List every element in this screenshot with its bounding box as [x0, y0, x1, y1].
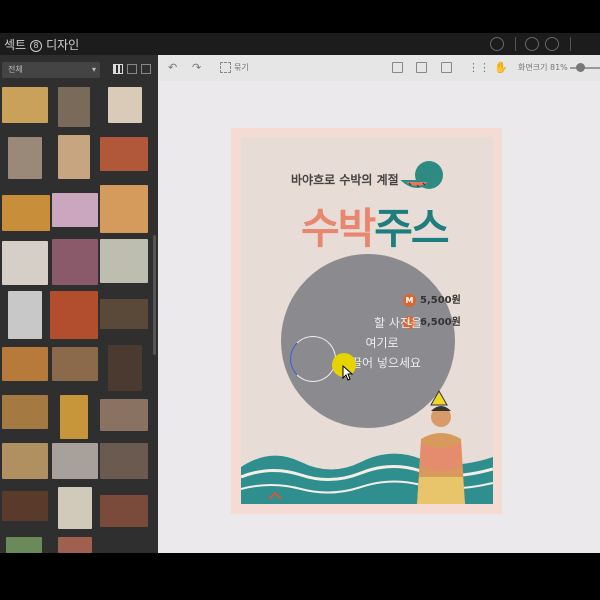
image-thumbnail[interactable]: [58, 537, 92, 553]
poster-artboard[interactable]: 바야흐로 수박의 계절 수박주스 M 5,500원 L 6,500원 할 사진을 여…: [241, 137, 493, 504]
image-thumbnail[interactable]: [58, 135, 90, 179]
character-illustration: [417, 389, 465, 504]
image-thumbnail[interactable]: [2, 491, 48, 521]
design-canvas: 바야흐로 수박의 계절 수박주스 M 5,500원 L 6,500원 할 사진을 여…: [158, 81, 600, 553]
redo-icon[interactable]: ↷: [192, 62, 201, 74]
image-thumbnail[interactable]: [8, 291, 42, 339]
zoom-slider-knob[interactable]: [576, 63, 585, 72]
title-prefix: 섹트: [4, 38, 27, 52]
group-label[interactable]: 묶기: [234, 62, 249, 74]
poster-title[interactable]: 수박주스: [301, 195, 450, 256]
image-thumbnail[interactable]: [100, 137, 148, 171]
list-view-icon[interactable]: [141, 64, 151, 74]
image-thumbnail[interactable]: [2, 87, 48, 123]
image-thumbnail[interactable]: [100, 443, 148, 479]
image-thumbnail[interactable]: [100, 299, 148, 329]
image-thumbnail[interactable]: [108, 345, 142, 391]
zoom-slider[interactable]: [570, 67, 600, 69]
settings-icon[interactable]: [545, 37, 559, 51]
image-thumbnail[interactable]: [50, 291, 98, 339]
panel-scrollbar[interactable]: [153, 235, 156, 355]
image-thumbnail[interactable]: [100, 495, 148, 527]
image-thumbnail[interactable]: [52, 239, 98, 285]
image-thumbnail[interactable]: [58, 487, 92, 529]
image-thumbnail[interactable]: [60, 395, 88, 439]
image-thumbnail[interactable]: [2, 395, 48, 429]
layers-icon[interactable]: [392, 62, 403, 73]
divider: [570, 37, 571, 51]
cursor-pointer-icon: [342, 365, 354, 381]
poster-subtitle[interactable]: 바야흐로 수박의 계절: [291, 171, 399, 188]
title-suffix: 디자인: [46, 38, 80, 52]
screen: 섹트 8 디자인 전체 ▾ ↶ ↷ 묶기 ⋮⋮ ✋ 화면크기 81% 바야흐로 …: [0, 0, 600, 600]
image-thumbnail[interactable]: [2, 347, 48, 381]
divider: [515, 37, 516, 51]
title-part-1: 수박: [301, 204, 376, 253]
drop-hint-line: 할 사진을: [374, 316, 422, 330]
undo-icon[interactable]: ↶: [168, 62, 177, 74]
apps-icon[interactable]: ⋮⋮: [468, 62, 490, 74]
grid-icon[interactable]: [441, 62, 452, 73]
top-bar: 섹트 8 디자인: [0, 33, 600, 55]
grid-view-icon[interactable]: [113, 64, 123, 74]
image-thumbnail[interactable]: [52, 347, 98, 381]
image-thumbnail[interactable]: [8, 137, 42, 179]
image-thumbnail[interactable]: [58, 87, 90, 127]
image-thumbnail[interactable]: [6, 537, 42, 553]
editor-window: 섹트 8 디자인 전체 ▾ ↶ ↷ 묶기 ⋮⋮ ✋ 화면크기 81% 바야흐로 …: [0, 33, 600, 553]
align-icon[interactable]: [416, 62, 427, 73]
watermelon-icon: [400, 161, 443, 189]
chevron-down-icon: ▾: [91, 65, 96, 74]
image-thumbnail[interactable]: [100, 399, 148, 431]
editor-toolbar: ↶ ↷ 묶기 ⋮⋮ ✋ 화면크기 81%: [158, 55, 600, 81]
help-icon[interactable]: [525, 37, 539, 51]
hand-icon[interactable]: ✋: [494, 62, 508, 74]
category-select-value: 전체: [8, 65, 23, 74]
image-thumbnail[interactable]: [2, 195, 50, 231]
price-medium[interactable]: M 5,500원: [403, 291, 461, 307]
image-thumbnail[interactable]: [108, 87, 142, 123]
history-icon[interactable]: [490, 37, 504, 51]
image-thumbnail[interactable]: [52, 193, 98, 227]
size-badge: M: [403, 293, 416, 307]
title-part-2: 주스: [374, 204, 449, 253]
zoom-label: 화면크기 81%: [518, 63, 568, 72]
drag-target-ring: [290, 336, 336, 382]
category-select[interactable]: 전체 ▾: [2, 62, 100, 78]
image-thumbnail[interactable]: [2, 241, 48, 285]
medium-grid-icon[interactable]: [127, 64, 137, 74]
image-thumbnail[interactable]: [100, 185, 148, 233]
image-thumbnail[interactable]: [2, 443, 48, 479]
image-library-panel: 전체 ▾: [0, 55, 158, 553]
drop-hint-line: 여기로: [365, 336, 399, 350]
price-text: 5,500원: [420, 295, 461, 306]
circle-number-icon: 8: [30, 39, 43, 52]
image-thumbnail[interactable]: [100, 239, 148, 283]
image-thumbnail[interactable]: [52, 443, 98, 479]
group-icon[interactable]: [220, 62, 231, 73]
window-title: 섹트 8 디자인: [4, 36, 79, 53]
